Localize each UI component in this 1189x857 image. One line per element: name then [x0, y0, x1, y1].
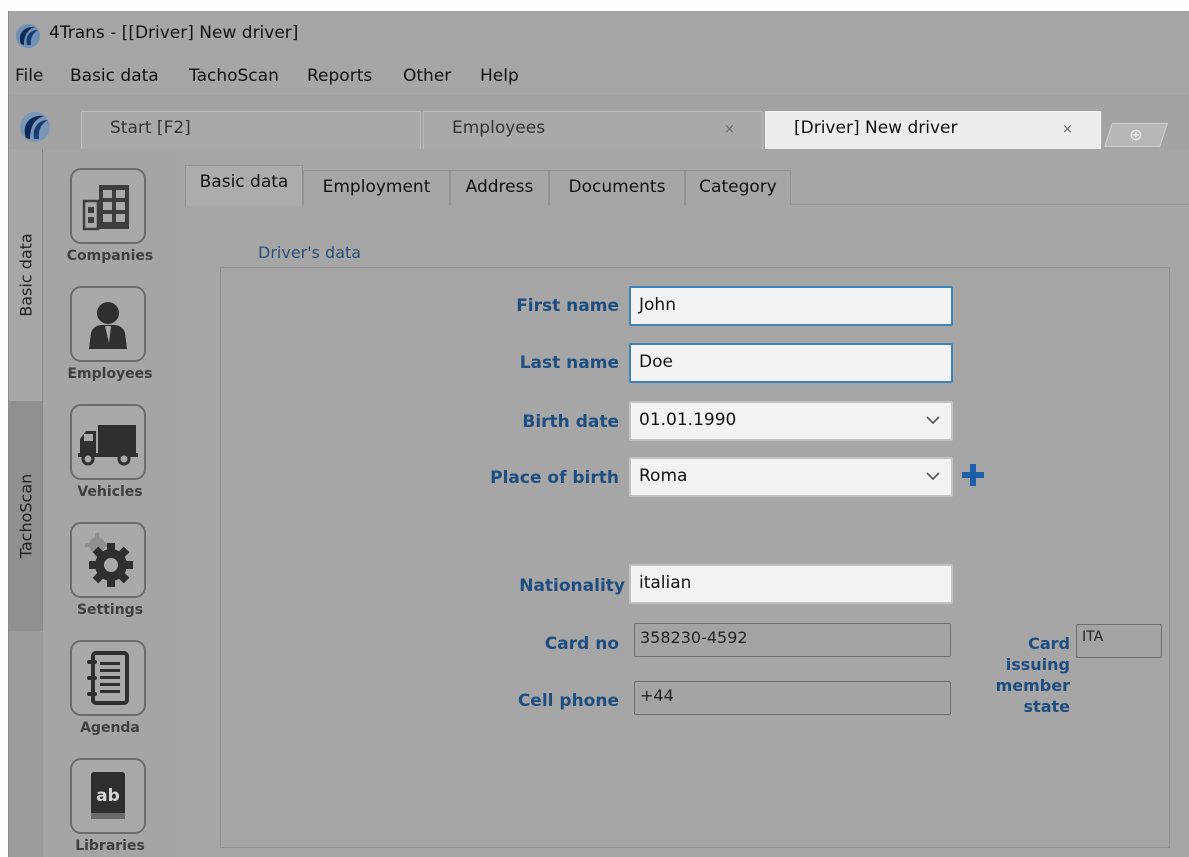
- card-issuing-state-label: Card issuing member state: [995, 634, 1070, 716]
- gear-icon: [70, 522, 146, 598]
- vtab-tachoscan[interactable]: TachoScan: [9, 401, 43, 631]
- place-of-birth-label: Place of birth: [490, 468, 619, 488]
- launcher-companies[interactable]: Companies: [43, 166, 177, 284]
- cell-phone-field: +44: [634, 681, 951, 715]
- person-icon: [70, 286, 146, 362]
- menu-file[interactable]: File: [15, 66, 43, 86]
- doc-tab-start[interactable]: Start [F2]: [81, 111, 421, 149]
- menu-tachoscan[interactable]: TachoScan: [189, 66, 279, 86]
- birth-date-picker[interactable]: 01.01.1990: [629, 401, 953, 441]
- group-title-drivers-data: Driver's data: [258, 243, 362, 262]
- add-tab-button[interactable]: ⊕: [1104, 123, 1168, 147]
- tab-address[interactable]: Address: [450, 170, 549, 205]
- nationality-input[interactable]: italian: [629, 564, 953, 604]
- chevron-down-icon[interactable]: [925, 412, 941, 428]
- place-of-birth-select[interactable]: Roma: [629, 457, 953, 497]
- menu-other[interactable]: Other: [403, 66, 451, 86]
- tab-category[interactable]: Category: [685, 170, 791, 205]
- last-name-label: Last name: [519, 353, 619, 373]
- tab-basic-data[interactable]: Basic data: [185, 165, 303, 206]
- last-name-input[interactable]: Doe: [629, 343, 953, 383]
- first-name-label: First name: [516, 296, 619, 316]
- menu-help[interactable]: Help: [480, 66, 519, 86]
- nationality-label: Nationality: [519, 576, 625, 596]
- launcher-employees[interactable]: Employees: [43, 284, 177, 402]
- doc-tab-employees[interactable]: Employees ×: [423, 111, 763, 149]
- card-issuing-state-field: ITA: [1076, 624, 1162, 658]
- document-tab-strip: Start [F2] Employees × [Driver] New driv…: [9, 95, 1189, 149]
- dictionary-icon: ab: [70, 758, 146, 834]
- home-logo-icon[interactable]: [19, 111, 51, 143]
- module-launcher: Companies Employees Vehicles Settings Ag…: [43, 149, 177, 857]
- card-no-label: Card no: [544, 634, 619, 654]
- chevron-down-icon[interactable]: [925, 468, 941, 484]
- add-place-plus-icon[interactable]: [961, 463, 985, 487]
- menu-basic-data[interactable]: Basic data: [70, 66, 159, 86]
- tab-employment[interactable]: Employment: [303, 170, 450, 205]
- vertical-tab-bar: Basic data TachoScan: [9, 149, 43, 857]
- place-of-birth-value: Roma: [639, 466, 688, 486]
- window-title: 4Trans - [[Driver] New driver]: [49, 23, 299, 43]
- birth-date-value: 01.01.1990: [639, 410, 737, 430]
- cell-phone-label: Cell phone: [517, 691, 619, 711]
- svg-text:ab: ab: [96, 786, 120, 806]
- add-tab-icon: ⊕: [1129, 125, 1143, 144]
- notebook-icon: [70, 640, 146, 716]
- tab-documents[interactable]: Documents: [549, 170, 685, 205]
- building-icon: [70, 168, 146, 244]
- menu-reports[interactable]: Reports: [307, 66, 372, 86]
- launcher-settings[interactable]: Settings: [43, 520, 177, 638]
- title-bar: 4Trans - [[Driver] New driver]: [9, 11, 1189, 59]
- truck-icon: [70, 404, 146, 480]
- launcher-vehicles[interactable]: Vehicles: [43, 402, 177, 520]
- close-tab-employees-icon[interactable]: ×: [724, 122, 735, 137]
- card-no-field: 358230-4592: [634, 623, 951, 657]
- first-name-input[interactable]: John: [629, 286, 953, 326]
- launcher-agenda[interactable]: Agenda: [43, 638, 177, 756]
- doc-tab-new-driver[interactable]: [Driver] New driver ×: [765, 111, 1101, 149]
- app-window: 4Trans - [[Driver] New driver] File Basi…: [8, 11, 1189, 857]
- content-tab-bar: Basic data Employment Address Documents …: [185, 165, 1189, 206]
- close-tab-new-driver-icon[interactable]: ×: [1062, 122, 1073, 137]
- app-logo-icon: [16, 24, 40, 48]
- launcher-libraries[interactable]: ab Libraries: [43, 756, 177, 857]
- main-content: Basic data Employment Address Documents …: [177, 149, 1189, 857]
- menu-bar: File Basic data TachoScan Reports Other …: [9, 59, 1189, 95]
- vtab-basic-data[interactable]: Basic data: [9, 149, 43, 401]
- birth-date-label: Birth date: [522, 412, 619, 432]
